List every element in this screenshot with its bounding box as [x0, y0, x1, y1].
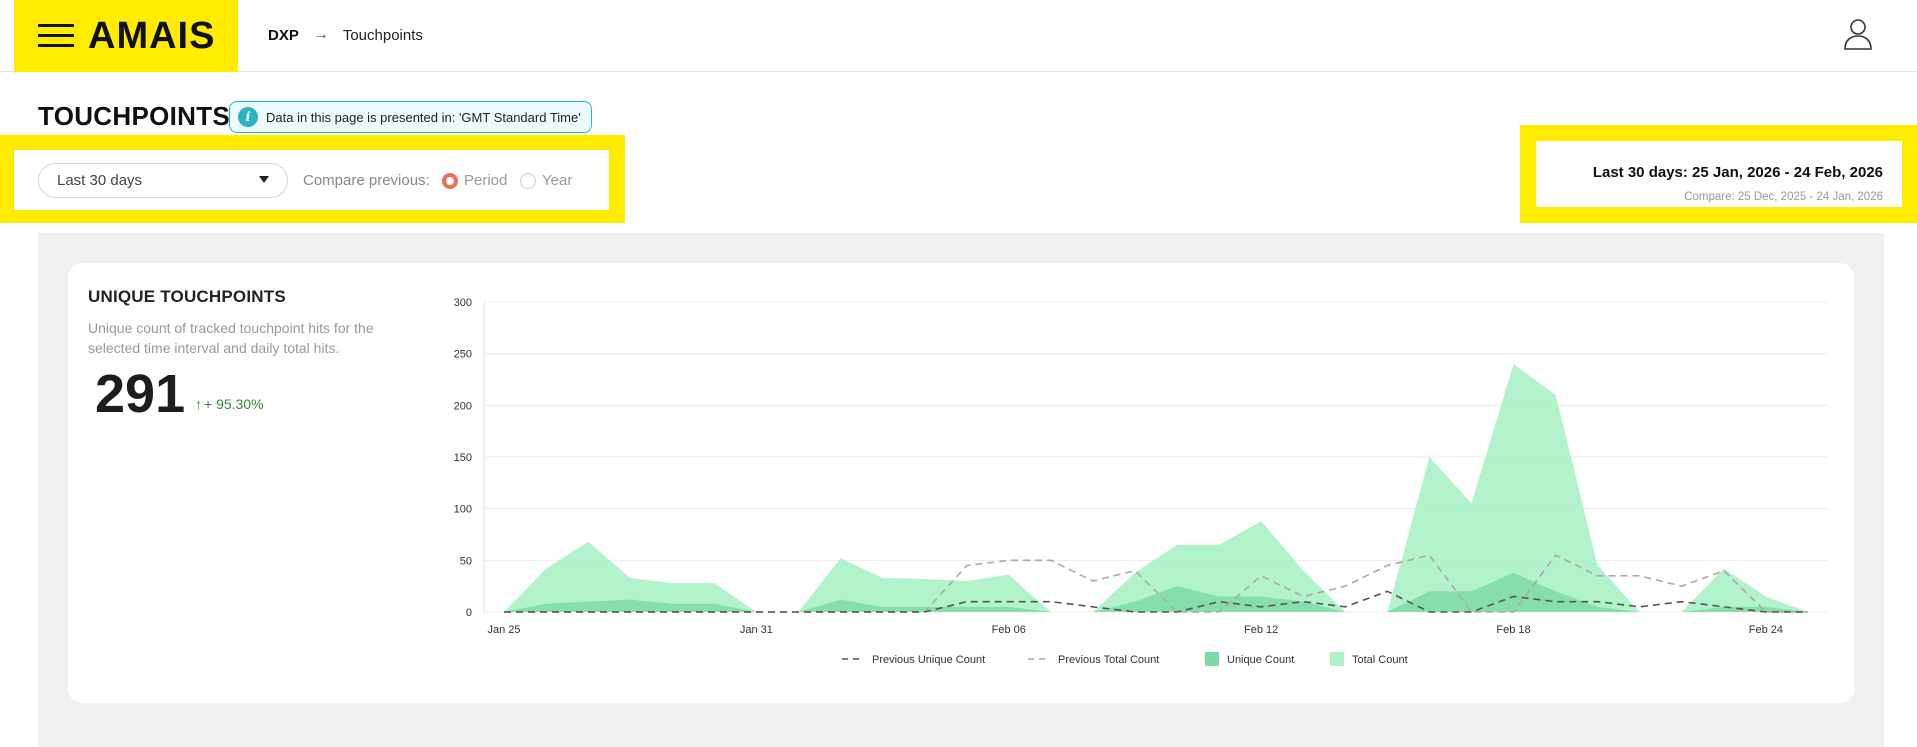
compare-period-label: Period — [464, 172, 508, 189]
y-tick-label: 0 — [466, 607, 472, 619]
breadcrumb-current: Touchpoints — [342, 26, 423, 44]
legend-label: Total Count — [1352, 654, 1408, 666]
delta-value: + 95.30% — [204, 396, 264, 412]
total-count-area — [504, 364, 1808, 612]
x-tick-label: Feb 12 — [1244, 624, 1278, 636]
y-tick-label: 50 — [460, 555, 472, 567]
compare-label: Compare previous: — [303, 172, 430, 189]
date-range-select[interactable]: Last 30 days — [38, 163, 288, 198]
card-title: UNIQUE TOUCHPOINTS — [88, 287, 286, 306]
radio-unselected-icon — [520, 172, 536, 189]
y-tick-label: 250 — [454, 349, 472, 361]
arrow-up-icon: ↑ — [195, 396, 202, 412]
y-tick-label: 100 — [454, 504, 472, 516]
legend-box-swatch — [1330, 652, 1344, 666]
timezone-badge: i Data in this page is presented in: 'GM… — [229, 101, 592, 133]
page-title: TOUCHPOINTS — [38, 101, 231, 131]
legend-label: Unique Count — [1227, 654, 1294, 666]
radio-selected-icon — [442, 172, 458, 189]
info-icon: i — [238, 107, 258, 127]
top-header: AMAIS DXP → Touchpoints — [0, 0, 1917, 72]
app-logo[interactable]: AMAIS — [88, 14, 215, 58]
touchpoints-chart: 0 50 100 150 200 250 300 Jan 25 Jan 31 Feb 06 Feb … — [454, 297, 1828, 666]
compare-year-radio[interactable]: Year — [520, 172, 572, 189]
y-tick-label: 300 — [454, 297, 472, 309]
hamburger-menu-icon[interactable] — [38, 22, 74, 48]
delta-indicator: ↑ + 95.30% — [195, 396, 264, 412]
x-tick-label: Feb 18 — [1496, 624, 1530, 636]
legend-label: Previous Total Count — [1058, 654, 1159, 666]
unique-touchpoints-value: 291 — [95, 364, 186, 424]
breadcrumb-arrow-icon: → — [312, 26, 329, 43]
legend-label: Previous Unique Count — [872, 654, 985, 666]
timezone-note: Data in this page is presented in: 'GMT … — [266, 109, 581, 125]
x-tick-label: Feb 24 — [1749, 624, 1783, 636]
y-tick-label: 200 — [454, 400, 472, 412]
compare-period-radio[interactable]: Period — [442, 172, 507, 189]
date-range-text: Last 30 days: 25 Jan, 2026 - 24 Feb, 202… — [1592, 164, 1883, 181]
brand-block: AMAIS — [14, 0, 238, 72]
chevron-down-icon — [259, 176, 269, 183]
compare-range-text: Compare: 25 Dec, 2025 - 24 Jan, 2026 — [1684, 191, 1883, 203]
user-profile-icon[interactable] — [1843, 18, 1873, 50]
x-tick-label: Jan 31 — [740, 624, 773, 636]
x-tick-label: Jan 25 — [487, 624, 520, 636]
compare-year-label: Year — [542, 172, 573, 189]
x-tick-label: Feb 06 — [992, 624, 1026, 636]
card-description: Unique count of tracked touchpoint hits … — [88, 320, 374, 356]
legend-box-swatch — [1205, 652, 1219, 666]
breadcrumb-root[interactable]: DXP — [268, 27, 299, 44]
y-tick-label: 150 — [454, 452, 472, 464]
breadcrumb: DXP → Touchpoints — [268, 26, 423, 44]
date-range-value: Last 30 days — [57, 172, 143, 189]
